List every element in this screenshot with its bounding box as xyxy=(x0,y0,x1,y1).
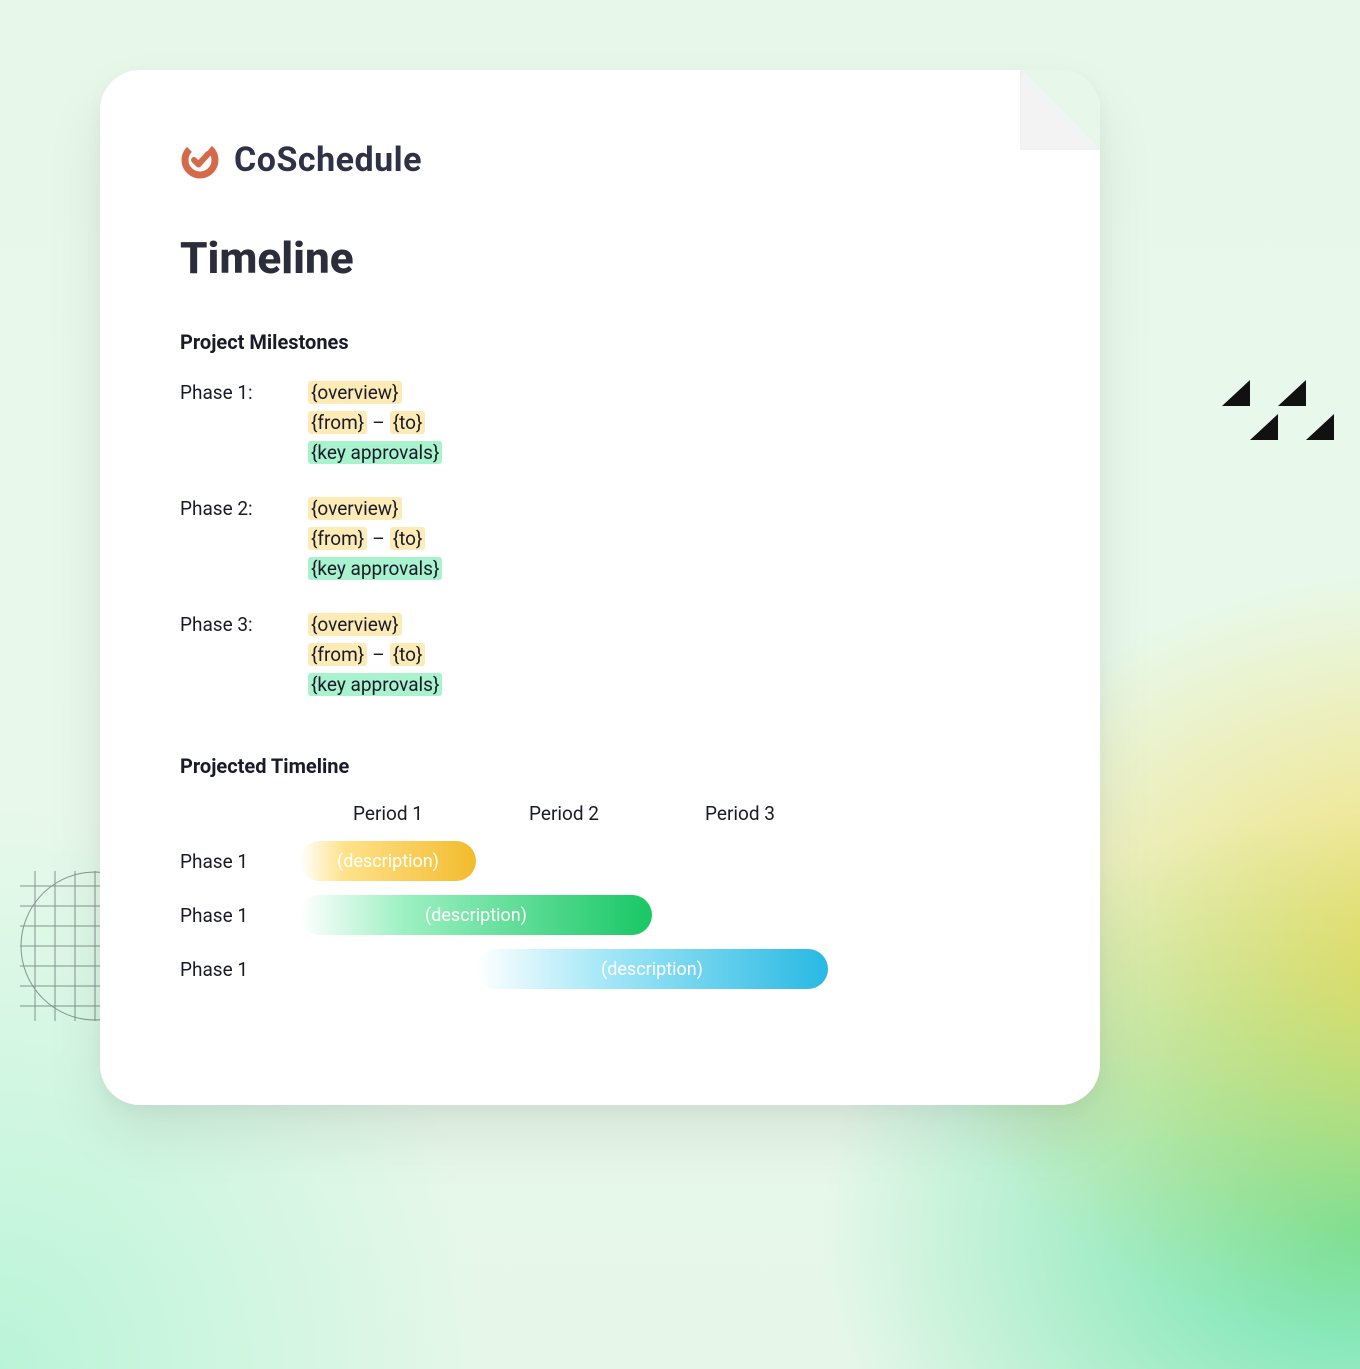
brand: CoSchedule xyxy=(180,140,1020,180)
phase-row: Phase 2: {overview} {from}–{to} {key approv… xyxy=(180,494,1020,584)
overview-placeholder: {overview} xyxy=(308,613,402,636)
from-placeholder: {from} xyxy=(308,411,367,434)
approvals-placeholder: {key approvals} xyxy=(308,673,442,696)
period-header: Period 1 Period 2 Period 3 xyxy=(180,802,1020,825)
to-placeholder: {to} xyxy=(390,527,426,550)
gantt-track: (description) xyxy=(300,949,828,989)
gantt-row: Phase 1 (description) xyxy=(180,949,1020,989)
projected-timeline-section: Projected Timeline Period 1 Period 2 Per… xyxy=(180,754,1020,989)
phase-row: Phase 1: {overview} {from}–{to} {key approv… xyxy=(180,378,1020,468)
page-title: Timeline xyxy=(180,232,1020,284)
gantt-bar: (description) xyxy=(476,949,828,989)
approvals-placeholder: {key approvals} xyxy=(308,441,442,464)
phase-label: Phase 1: xyxy=(180,378,300,468)
dash: – xyxy=(367,411,389,434)
from-placeholder: {from} xyxy=(308,643,367,666)
decorative-triangles xyxy=(1222,380,1342,500)
milestones-heading: Project Milestones xyxy=(180,330,1020,354)
gantt-bar: (description) xyxy=(300,841,476,881)
gantt-track: (description) xyxy=(300,895,828,935)
milestones-section: Project Milestones Phase 1: {overview} {fr… xyxy=(180,330,1020,700)
phase-body: {overview} {from}–{to} {key approvals} xyxy=(308,494,1020,584)
dash: – xyxy=(367,527,389,550)
period-label: Period 3 xyxy=(652,802,828,825)
period-label: Period 1 xyxy=(300,802,476,825)
to-placeholder: {to} xyxy=(390,411,426,434)
gantt-row: Phase 1(description) xyxy=(180,841,1020,881)
gantt-row-label: Phase 1 xyxy=(180,904,300,927)
gantt-row: Phase 1(description) xyxy=(180,895,1020,935)
gantt-track: (description) xyxy=(300,841,828,881)
projected-heading: Projected Timeline xyxy=(180,754,1020,778)
gantt-bar: (description) xyxy=(300,895,652,935)
gantt-row-label: Phase 1 xyxy=(180,850,300,873)
to-placeholder: {to} xyxy=(390,643,426,666)
from-placeholder: {from} xyxy=(308,527,367,550)
period-label: Period 2 xyxy=(476,802,652,825)
page-fold-icon xyxy=(1020,70,1100,150)
dash: – xyxy=(367,643,389,666)
brand-name: CoSchedule xyxy=(234,140,422,180)
document-card: CoSchedule Timeline Project Milestones P… xyxy=(100,70,1100,1105)
phase-row: Phase 3: {overview} {from}–{to} {key approv… xyxy=(180,610,1020,700)
gantt-row-label: Phase 1 xyxy=(180,958,300,981)
phase-body: {overview} {from}–{to} {key approvals} xyxy=(308,378,1020,468)
phase-label: Phase 3: xyxy=(180,610,300,700)
approvals-placeholder: {key approvals} xyxy=(308,557,442,580)
phase-body: {overview} {from}–{to} {key approvals} xyxy=(308,610,1020,700)
coschedule-logo-icon xyxy=(180,140,220,180)
phase-label: Phase 2: xyxy=(180,494,300,584)
overview-placeholder: {overview} xyxy=(308,381,402,404)
overview-placeholder: {overview} xyxy=(308,497,402,520)
